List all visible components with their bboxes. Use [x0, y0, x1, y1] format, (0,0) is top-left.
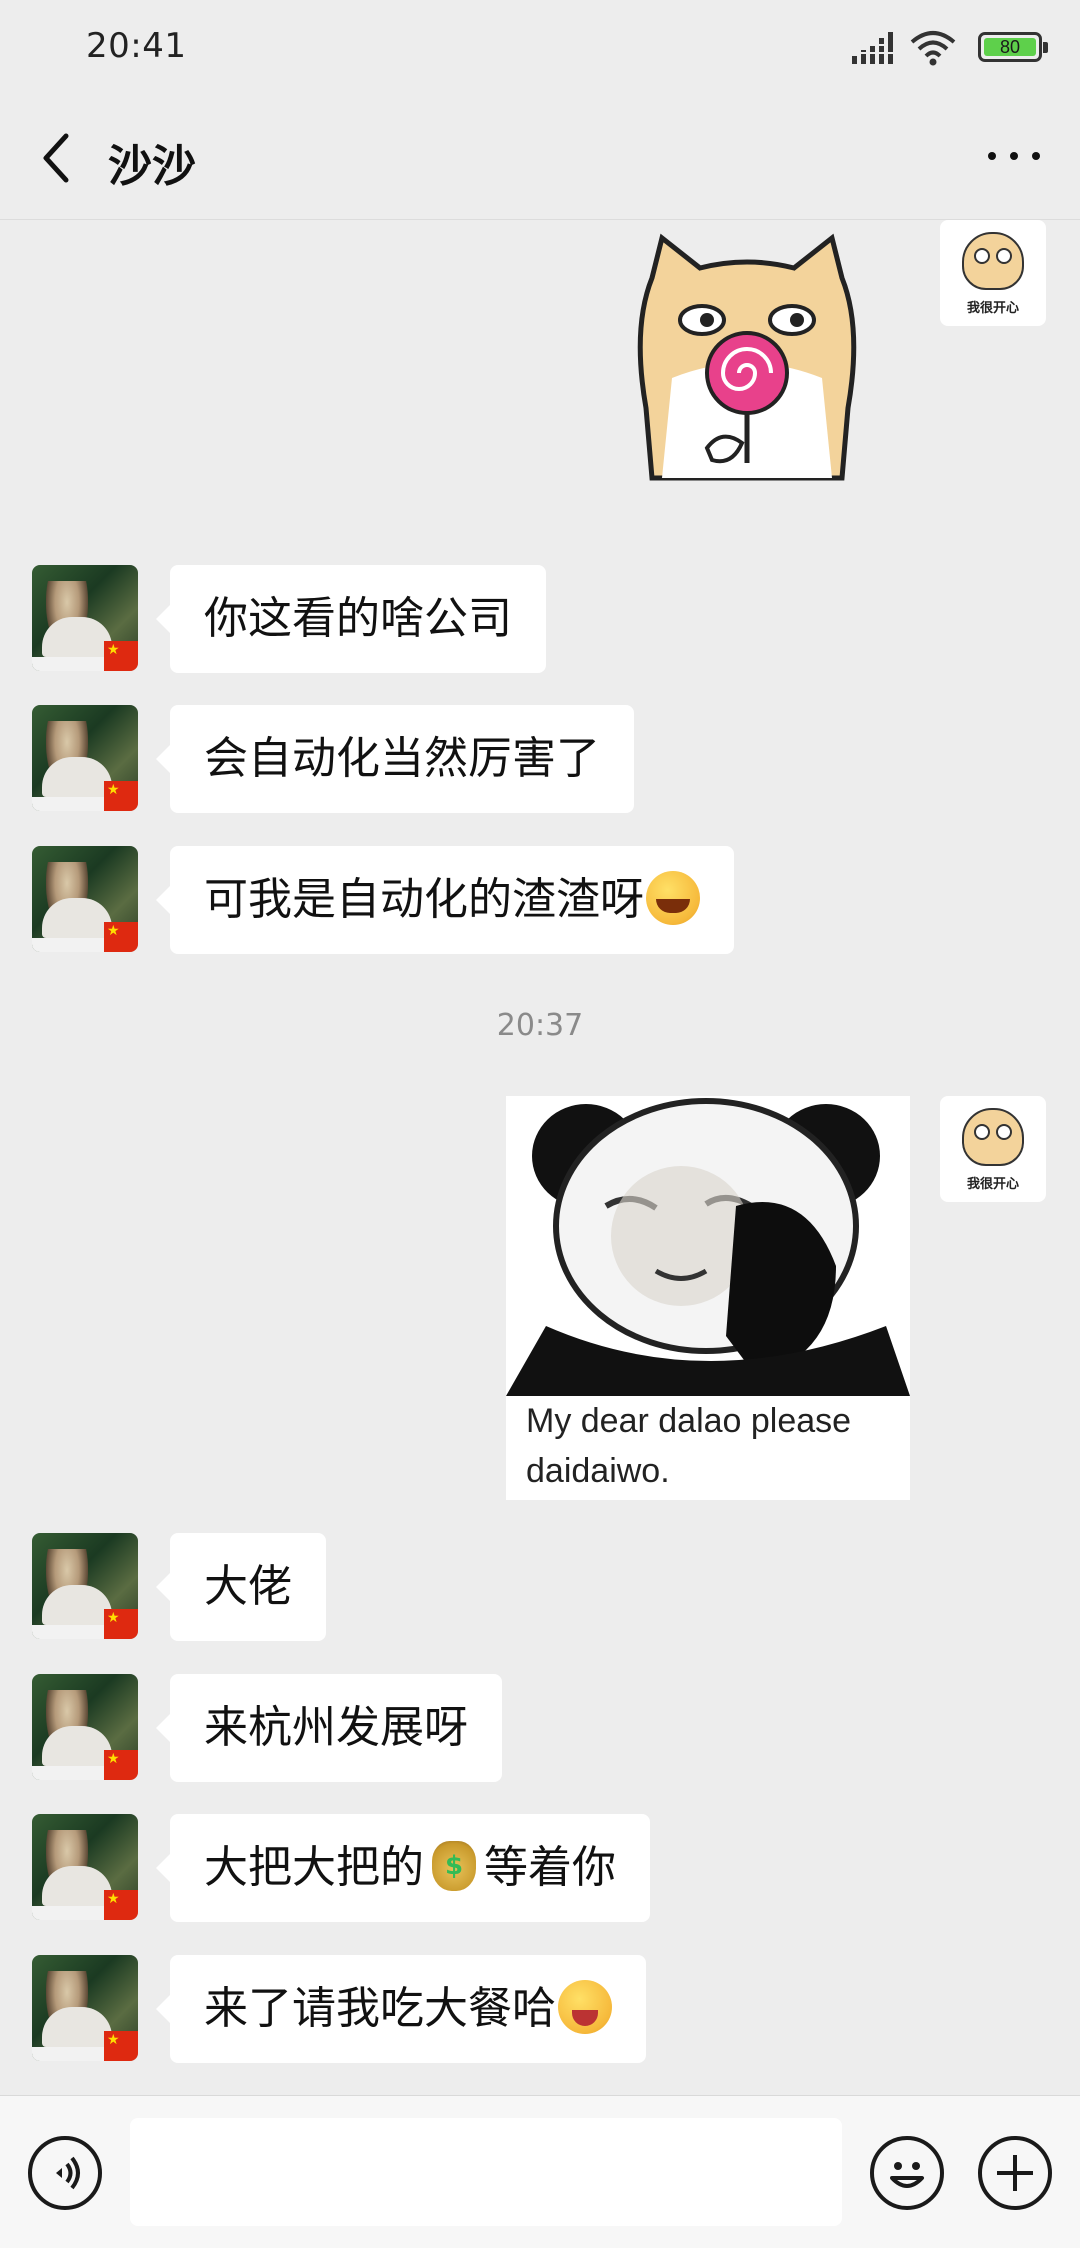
page-title: 沙沙: [108, 141, 196, 192]
message-bubble[interactable]: 你这看的啥公司: [156, 565, 546, 673]
plus-icon[interactable]: [978, 2136, 1052, 2210]
message-text: 来杭州发展呀: [204, 1702, 468, 1753]
chevron-left-icon[interactable]: [34, 126, 78, 190]
message-list[interactable]: 我很开心 ★ 你这看的啥公司 ★ 会自动化当然厉害了 ★ 可我是自动化的渣渣呀: [0, 220, 1080, 2095]
avatar-caption: 我很开心: [966, 301, 1019, 316]
china-flag-icon: ★: [104, 1750, 138, 1780]
message-bubble[interactable]: 可我是自动化的渣渣呀: [156, 846, 734, 954]
status-bar: 20:41 80: [0, 0, 1080, 96]
laughing-crying-emoji-icon: [646, 871, 700, 925]
message-input[interactable]: [130, 2118, 842, 2226]
china-flag-icon: ★: [104, 641, 138, 671]
china-flag-icon: ★: [104, 781, 138, 811]
message-text: 会自动化当然厉害了: [204, 733, 600, 784]
dog-face-icon: [962, 232, 1024, 290]
dog-face-icon: [962, 1108, 1024, 1166]
china-flag-icon: ★: [104, 922, 138, 952]
money-bag-emoji-icon: [432, 1841, 476, 1891]
doge-lollipop-sticker[interactable]: [622, 228, 872, 488]
input-bar: [0, 2095, 1080, 2248]
chat-header: 沙沙: [0, 96, 1080, 220]
sticker-caption: My dear dalao please daidaiwo.: [526, 1402, 852, 1490]
contact-avatar[interactable]: ★: [32, 846, 138, 952]
panda-please-sticker[interactable]: My dear dalao please daidaiwo.: [506, 1096, 910, 1500]
self-avatar[interactable]: 我很开心: [940, 1096, 1046, 1202]
message-text: 来了请我吃大餐哈: [204, 1983, 556, 2034]
message-text: 等着你: [484, 1842, 616, 1893]
voice-icon[interactable]: [28, 2136, 102, 2210]
signal-icon: [852, 32, 893, 64]
emoji-face-icon[interactable]: [870, 2136, 944, 2210]
contact-avatar[interactable]: ★: [32, 705, 138, 811]
battery-icon: 80: [978, 32, 1048, 62]
china-flag-icon: ★: [104, 1890, 138, 1920]
message-text: 大佬: [204, 1561, 292, 1612]
timestamp: 20:37: [496, 1008, 584, 1043]
more-dots-icon[interactable]: [984, 136, 1044, 176]
contact-avatar[interactable]: ★: [32, 1533, 138, 1639]
contact-avatar[interactable]: ★: [32, 565, 138, 671]
contact-avatar[interactable]: ★: [32, 1955, 138, 2061]
battery-level: 80: [984, 38, 1036, 56]
message-text: 你这看的啥公司: [204, 593, 512, 644]
china-flag-icon: ★: [104, 1609, 138, 1639]
message-bubble[interactable]: 大佬: [156, 1533, 326, 1641]
winking-tongue-emoji-icon: [558, 1980, 612, 2034]
message-bubble[interactable]: 来杭州发展呀: [156, 1674, 502, 1782]
wifi-icon: [910, 31, 956, 66]
message-bubble[interactable]: 会自动化当然厉害了: [156, 705, 634, 813]
china-flag-icon: ★: [104, 2031, 138, 2061]
message-bubble[interactable]: 大把大把的 等着你: [156, 1814, 650, 1922]
contact-avatar[interactable]: ★: [32, 1814, 138, 1920]
message-text: 大把大把的: [204, 1842, 424, 1893]
status-time: 20:41: [86, 26, 187, 66]
panda-face-icon: [506, 1096, 910, 1396]
avatar-caption: 我很开心: [966, 1177, 1019, 1192]
contact-avatar[interactable]: ★: [32, 1674, 138, 1780]
self-avatar[interactable]: 我很开心: [940, 220, 1046, 326]
message-bubble[interactable]: 来了请我吃大餐哈: [156, 1955, 646, 2063]
message-text: 可我是自动化的渣渣呀: [204, 874, 644, 925]
